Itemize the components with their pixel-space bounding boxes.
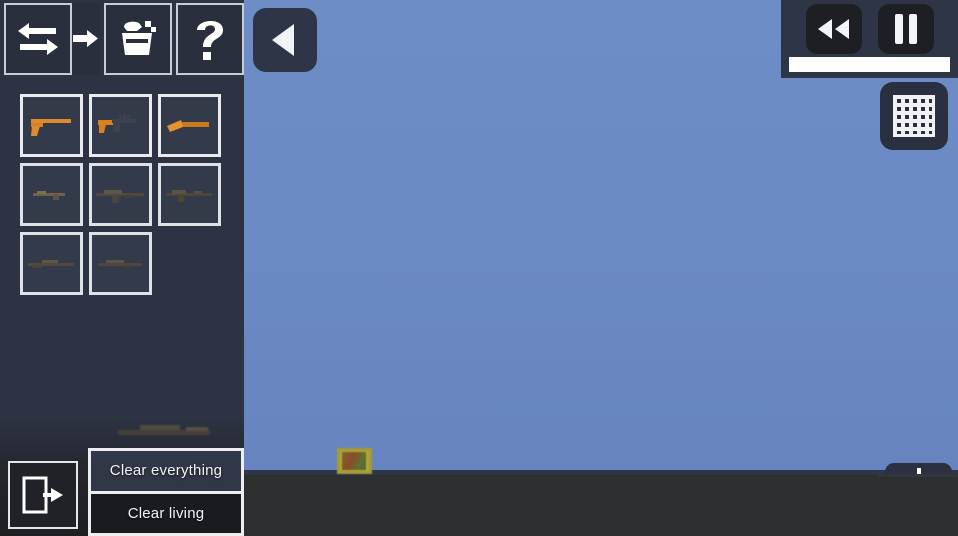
help-button[interactable] bbox=[175, 3, 245, 75]
swap-button[interactable] bbox=[4, 3, 73, 75]
pause-icon bbox=[894, 14, 917, 44]
time-scale-slider[interactable] bbox=[789, 57, 950, 72]
weapon-slot-marksman-rifle[interactable] bbox=[89, 232, 152, 295]
scene-entity-crate[interactable] bbox=[337, 448, 372, 474]
pistol-icon bbox=[30, 118, 71, 136]
rewind-button[interactable] bbox=[805, 4, 862, 54]
grid-toggle-button[interactable] bbox=[880, 82, 948, 150]
exit-icon bbox=[22, 476, 63, 514]
weapon-slot-smg[interactable] bbox=[89, 94, 152, 157]
grid-icon bbox=[893, 95, 935, 137]
playback-controls bbox=[781, 0, 958, 58]
clear-everything-button[interactable]: Clear everything bbox=[91, 451, 241, 491]
sniper-rifle-icon bbox=[27, 259, 74, 268]
pause-button[interactable] bbox=[877, 4, 934, 54]
back-button[interactable] bbox=[253, 8, 317, 72]
weapon-slot-sawed-off-shotgun[interactable] bbox=[158, 94, 221, 157]
weapon-slot-compact-rifle[interactable] bbox=[20, 163, 83, 226]
back-arrow-icon bbox=[272, 24, 294, 56]
arrow-right-button[interactable] bbox=[72, 3, 100, 75]
sawed-off-shotgun-icon bbox=[166, 119, 209, 132]
weapon-grid bbox=[20, 94, 230, 295]
exit-button[interactable] bbox=[8, 461, 78, 529]
assault-rifle-icon bbox=[95, 189, 144, 203]
weapon-slot-pistol[interactable] bbox=[20, 94, 83, 157]
battle-rifle-icon bbox=[165, 189, 212, 202]
weapon-slot-assault-rifle[interactable] bbox=[89, 163, 152, 226]
swap-icon bbox=[18, 23, 59, 55]
playback-panel bbox=[781, 0, 958, 78]
paint-bucket-icon bbox=[121, 21, 156, 55]
arrow-right-icon bbox=[72, 30, 98, 47]
compact-rifle-icon bbox=[32, 190, 65, 200]
stray-weapon-sprite bbox=[118, 425, 210, 435]
ground-occluder bbox=[878, 477, 958, 536]
help-icon bbox=[196, 20, 223, 60]
rewind-icon bbox=[817, 19, 849, 39]
game-screen: Clear everything Clear living bbox=[0, 0, 958, 536]
clear-buttons-panel: Clear everything Clear living bbox=[88, 448, 244, 536]
clear-living-button[interactable]: Clear living bbox=[91, 490, 241, 533]
weapon-slot-sniper-rifle[interactable] bbox=[20, 232, 83, 295]
smg-icon bbox=[97, 113, 136, 133]
crate-texture bbox=[342, 452, 366, 470]
paint-bucket-button[interactable] bbox=[103, 3, 172, 75]
marksman-rifle-icon bbox=[97, 259, 142, 268]
sidebar-toolbar bbox=[0, 0, 245, 76]
weapon-slot-battle-rifle[interactable] bbox=[158, 163, 221, 226]
left-sidebar: Clear everything Clear living bbox=[0, 0, 245, 536]
